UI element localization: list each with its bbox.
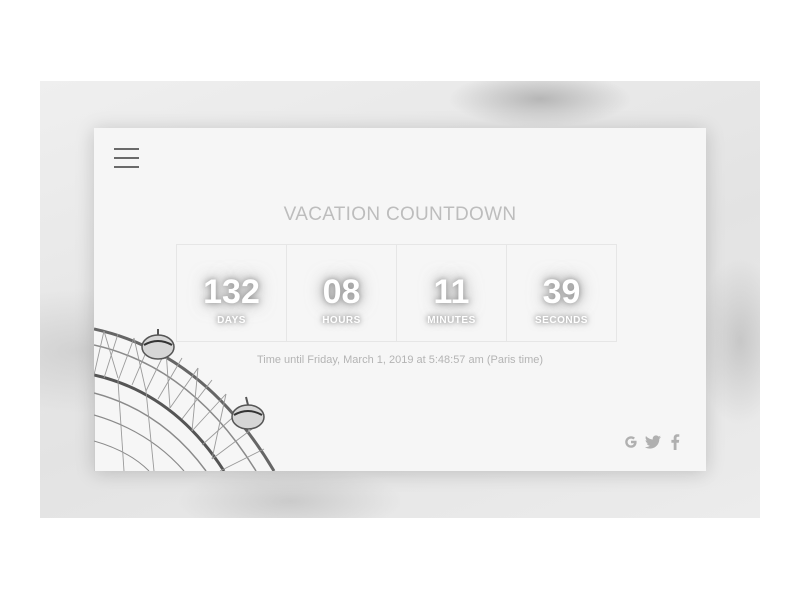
twitter-icon[interactable]: [644, 433, 662, 451]
page-title: VACATION COUNTDOWN: [283, 204, 517, 225]
ferris-wheel-image: [94, 327, 276, 471]
minutes-value: 11: [433, 273, 470, 311]
countdown-card: VACATION COUNTDOWN 132 DAYS 08 HOURS 11 …: [94, 128, 706, 471]
countdown-seconds: 39 SECONDS: [506, 244, 617, 342]
hours-value: 08: [322, 273, 361, 311]
hamburger-menu-icon-line: [114, 157, 139, 159]
facebook-icon[interactable]: [666, 433, 684, 451]
minutes-label: MINUTES: [427, 315, 476, 326]
seconds-value: 39: [542, 273, 581, 311]
google-icon[interactable]: [622, 433, 640, 451]
seconds-label: SECONDS: [535, 315, 588, 326]
countdown-minutes: 11 MINUTES: [396, 244, 507, 342]
hamburger-menu-icon: [114, 148, 139, 150]
countdown-hours: 08 HOURS: [286, 244, 397, 342]
hamburger-menu-icon-line: [114, 166, 139, 168]
menu-button[interactable]: [114, 148, 140, 168]
days-value: 132: [203, 273, 260, 311]
hours-label: HOURS: [322, 315, 361, 326]
social-links: [622, 430, 688, 454]
